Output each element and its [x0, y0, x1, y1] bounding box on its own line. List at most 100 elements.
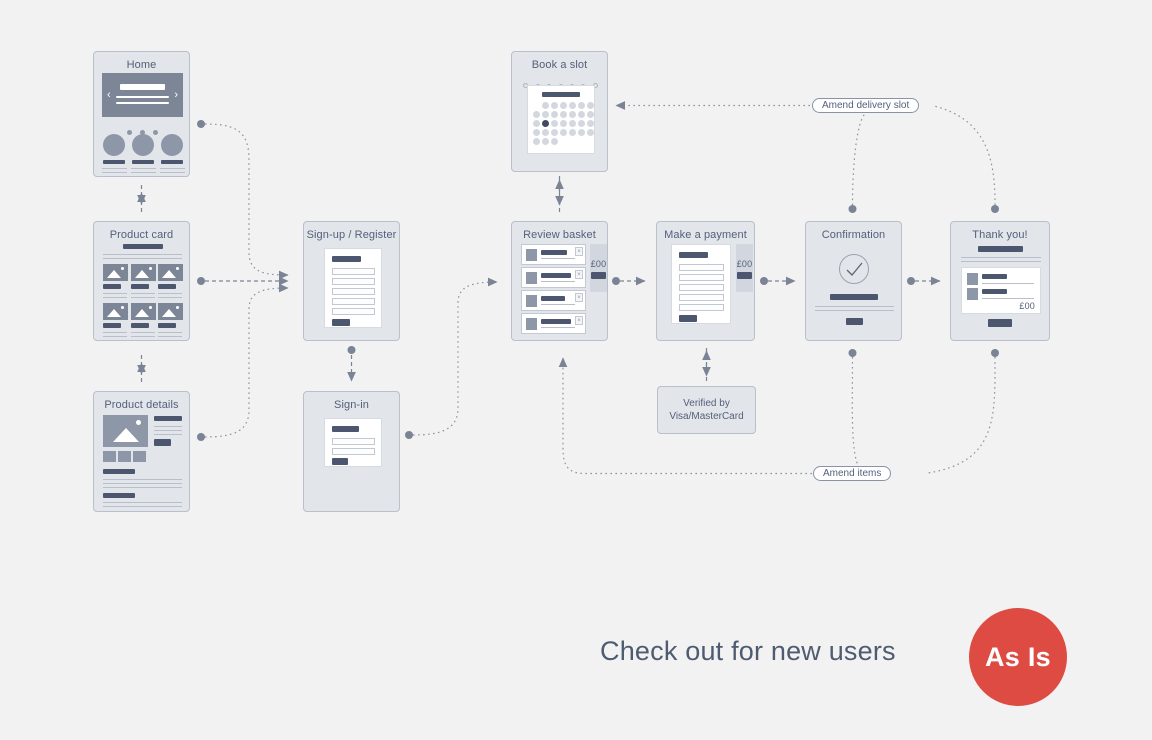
- signup-input-3[interactable]: [332, 288, 375, 295]
- remove-item-icon[interactable]: ×: [575, 247, 583, 256]
- basket-item-name: [541, 250, 567, 255]
- node-make-a-payment[interactable]: Make a payment £00: [656, 221, 755, 341]
- confirmation-continue-button[interactable]: [846, 318, 863, 325]
- signup-submit-button[interactable]: [332, 319, 350, 326]
- remove-item-icon[interactable]: ×: [575, 316, 583, 325]
- signin-password-input[interactable]: [332, 448, 375, 455]
- basket-item-row[interactable]: ×: [521, 244, 586, 265]
- chevron-left-icon[interactable]: ‹: [107, 90, 111, 101]
- basket-item-name: [541, 296, 565, 301]
- signin-email-input[interactable]: [332, 438, 375, 445]
- calendar-slot[interactable]: [578, 129, 585, 136]
- carousel-dot[interactable]: [153, 130, 159, 135]
- carousel-dot[interactable]: [126, 130, 132, 135]
- node-review-basket[interactable]: Review basket × × × × £00: [511, 221, 608, 341]
- edge-label-amend-items[interactable]: Amend items: [813, 466, 892, 481]
- calendar-slot[interactable]: [587, 120, 594, 127]
- payment-submit-button[interactable]: [679, 315, 697, 322]
- calendar-slot[interactable]: [560, 111, 567, 118]
- calendar-slot[interactable]: [578, 120, 585, 127]
- product-line: [103, 336, 127, 337]
- chevron-right-icon[interactable]: ›: [174, 90, 178, 101]
- node-signin[interactable]: Sign-in: [303, 391, 400, 512]
- payment-input-5[interactable]: [679, 304, 724, 311]
- calendar-slot[interactable]: [551, 138, 558, 145]
- calendar-slot[interactable]: [587, 102, 594, 109]
- calendar-slot[interactable]: [551, 102, 558, 109]
- calendar-slot[interactable]: [569, 120, 576, 127]
- pd-gallery-thumb[interactable]: [118, 451, 131, 462]
- signup-input-1[interactable]: [332, 268, 375, 275]
- payment-pay-button[interactable]: [737, 272, 752, 279]
- payment-input-1[interactable]: [679, 264, 724, 271]
- product-thumbnail: [103, 264, 128, 281]
- node-thank-you[interactable]: Thank you! £00: [950, 221, 1050, 341]
- slot-calendar[interactable]: [527, 85, 595, 154]
- calendar-slot[interactable]: [542, 138, 549, 145]
- remove-item-icon[interactable]: ×: [575, 293, 583, 302]
- calendar-slot[interactable]: [569, 111, 576, 118]
- calendar-slot[interactable]: [587, 129, 594, 136]
- node-home[interactable]: Home ‹ ›: [93, 51, 190, 177]
- summary-item-line: [982, 298, 1034, 299]
- product-label: [131, 323, 149, 328]
- calendar-slot[interactable]: [533, 138, 540, 145]
- payment-form: [671, 244, 731, 324]
- basket-item-line: [541, 281, 575, 282]
- node-confirmation[interactable]: Confirmation: [805, 221, 902, 341]
- calendar-slot[interactable]: [542, 129, 549, 136]
- calendar-slot[interactable]: [578, 102, 585, 109]
- calendar-slot[interactable]: [560, 102, 567, 109]
- edge-label-amend-delivery-slot[interactable]: Amend delivery slot: [812, 98, 920, 113]
- pd-gallery-thumb[interactable]: [133, 451, 146, 462]
- signup-input-4[interactable]: [332, 298, 375, 305]
- calendar-slot[interactable]: [560, 129, 567, 136]
- calendar-slot[interactable]: [587, 111, 594, 118]
- pc-divider: [103, 254, 182, 255]
- calendar-slot[interactable]: [569, 102, 576, 109]
- node-product-card[interactable]: Product card: [93, 221, 190, 341]
- signin-submit-button[interactable]: [332, 458, 348, 465]
- basket-item-row[interactable]: ×: [521, 313, 586, 334]
- node-book-a-slot[interactable]: Book a slot: [511, 51, 608, 172]
- product-thumbnail: [158, 303, 183, 320]
- summary-item-thumb: [967, 288, 978, 300]
- pd-cta-button[interactable]: [154, 439, 171, 446]
- calendar-slot[interactable]: [560, 120, 567, 127]
- verified-line-2: Visa/MasterCard: [669, 411, 744, 422]
- basket-item-row[interactable]: ×: [521, 290, 586, 311]
- summary-item-name: [982, 274, 1007, 279]
- pc-heading-bar: [123, 244, 163, 249]
- calendar-slot[interactable]: [533, 129, 540, 136]
- calendar-slot[interactable]: [542, 111, 549, 118]
- product-line: [131, 336, 155, 337]
- calendar-slot[interactable]: [551, 111, 558, 118]
- signup-input-2[interactable]: [332, 278, 375, 285]
- node-verified-by-visa-mastercard[interactable]: Verified by Visa/MasterCard: [657, 386, 756, 434]
- node-product-details[interactable]: Product details: [93, 391, 190, 512]
- payment-input-4[interactable]: [679, 294, 724, 301]
- payment-input-2[interactable]: [679, 274, 724, 281]
- calendar-slot[interactable]: [542, 102, 549, 109]
- product-line: [158, 332, 182, 333]
- calendar-slot[interactable]: [551, 129, 558, 136]
- thankyou-total-price: £00: [1019, 301, 1035, 311]
- pd-body-line: [103, 502, 182, 503]
- product-line: [158, 297, 182, 298]
- calendar-slot[interactable]: [533, 111, 540, 118]
- node-signup-register[interactable]: Sign-up / Register: [303, 221, 400, 341]
- calendar-slot[interactable]: [578, 111, 585, 118]
- basket-item-row[interactable]: ×: [521, 267, 586, 288]
- node-product-details-title: Product details: [104, 399, 179, 411]
- pd-gallery-thumb[interactable]: [103, 451, 116, 462]
- remove-item-icon[interactable]: ×: [575, 270, 583, 279]
- calendar-slot[interactable]: [551, 120, 558, 127]
- thankyou-cta-button[interactable]: [988, 319, 1012, 327]
- signup-input-5[interactable]: [332, 308, 375, 315]
- basket-checkout-button[interactable]: [591, 272, 606, 279]
- calendar-slot-selected[interactable]: [542, 120, 549, 127]
- payment-input-3[interactable]: [679, 284, 724, 291]
- calendar-slot[interactable]: [533, 120, 540, 127]
- product-hero-image: [103, 415, 148, 447]
- calendar-slot[interactable]: [569, 129, 576, 136]
